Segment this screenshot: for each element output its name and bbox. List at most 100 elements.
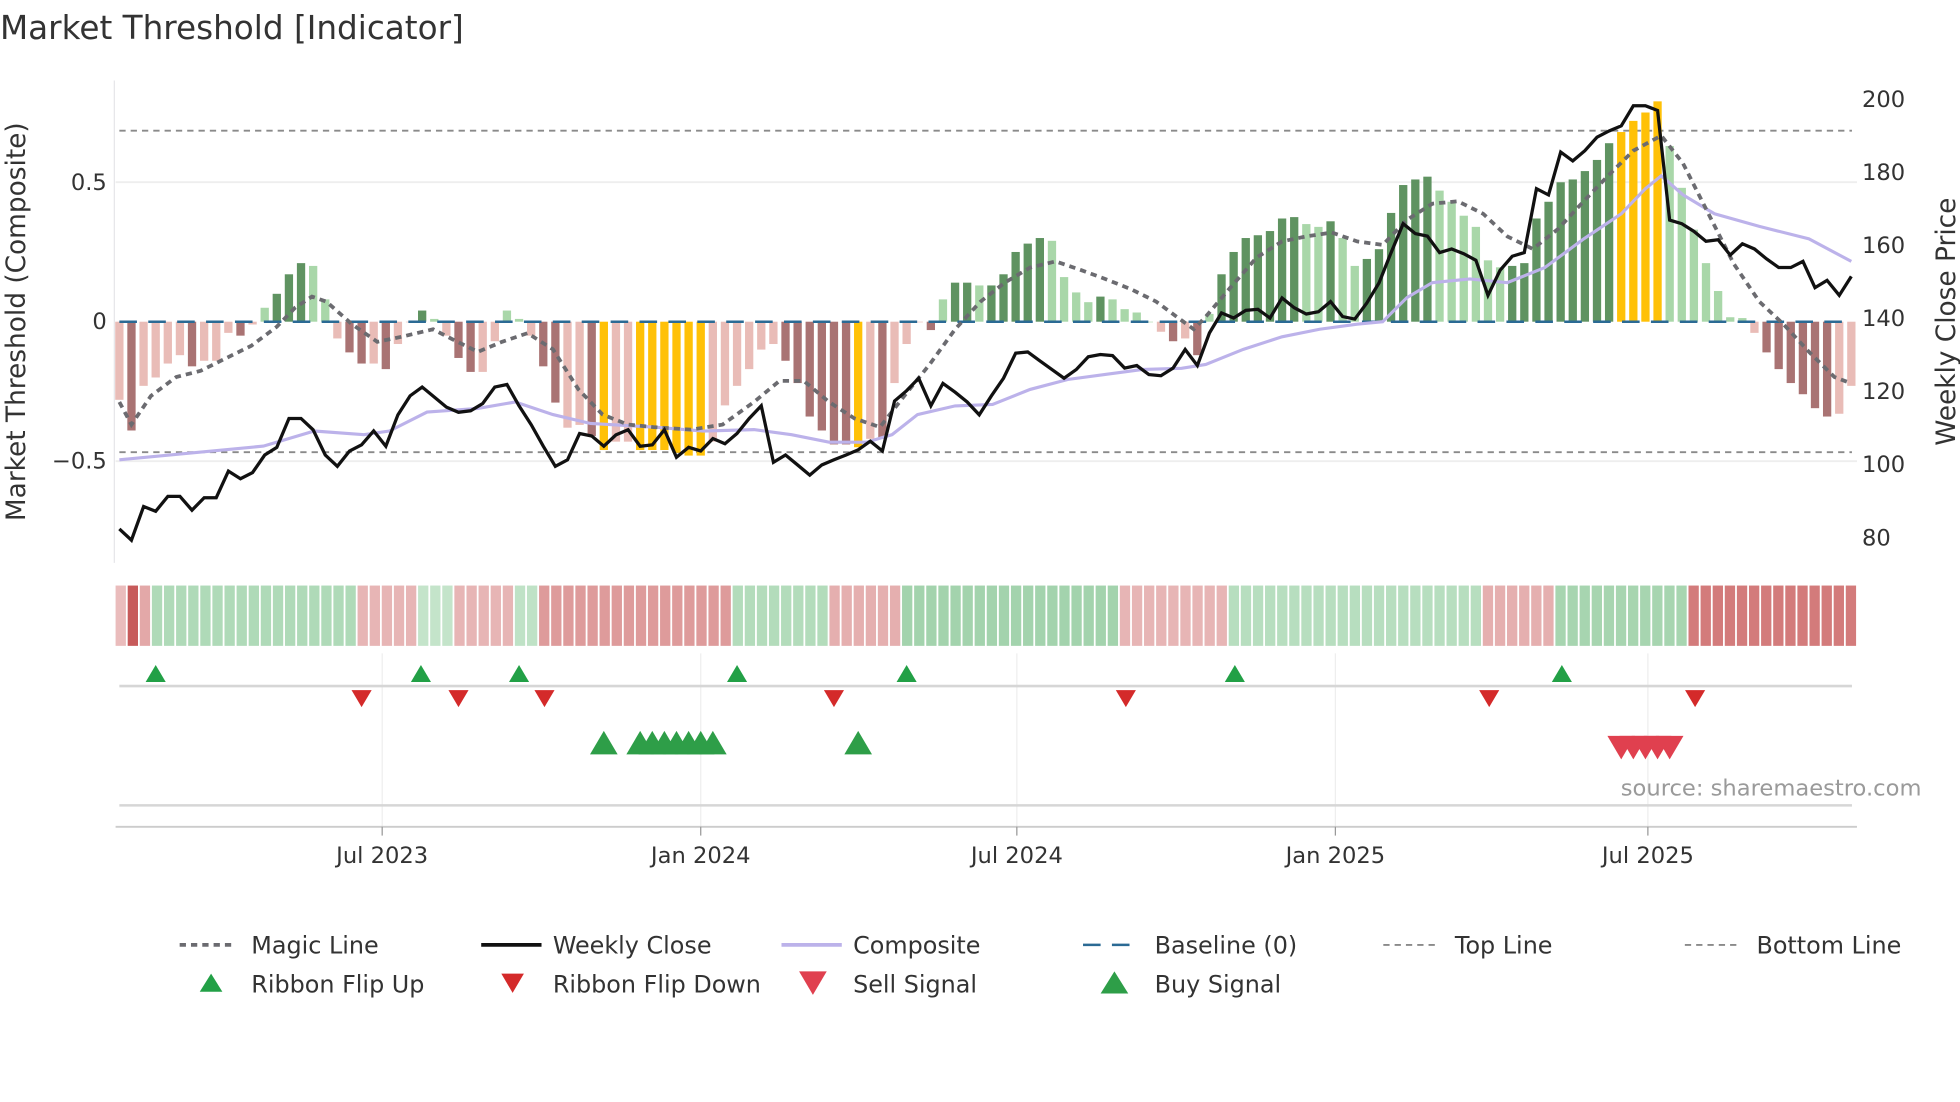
ribbon-cell-bull [248,585,259,646]
composite-bar [975,285,984,322]
ribbon-cell-bear [393,585,405,646]
ribbon-flip-up-marker [896,664,917,683]
composite-bar [212,321,221,361]
ribbon-cell-bull [151,585,163,646]
ribbon-cell-bear [672,585,683,646]
composite-bar [563,321,572,428]
ribbon-cell-bear [889,585,901,646]
composite-bar [720,321,730,406]
flip-down-legend-icon [501,973,524,993]
legend-item: Composite [781,932,980,960]
composite-bar [866,321,875,439]
ribbon-cell-bear [127,585,138,646]
ribbon-cell-bull [744,585,756,646]
ribbon-cell-bull [1373,585,1385,646]
ribbon-cell-bull [1446,585,1457,646]
composite-bar [1168,321,1178,342]
ribbon-flip-up-marker [1224,664,1245,683]
ribbon-cell-bull [236,585,247,646]
composite-bar [418,310,427,322]
ribbon-cell-bear [877,585,889,646]
composite-bar [139,321,148,386]
composite-bar [1338,238,1347,322]
ribbon-cell-bull [1615,585,1627,646]
flip-up-legend-icon [199,973,223,992]
ribbon-cell-bull [200,585,211,646]
ribbon-cell-bull [1676,585,1687,646]
composite-bar [587,321,596,437]
sell-legend-icon [799,971,827,995]
ribbon-cell-bull [1603,585,1615,646]
composite-bar [527,321,536,336]
ribbon-cell-bear [599,585,610,646]
composite-bar [296,263,306,322]
composite-bar [1084,302,1093,322]
composite-bar [151,321,160,378]
ribbon-cell-bull [1422,585,1433,646]
composite-bar [1689,229,1699,322]
ribbon-cell-bear [1785,585,1796,646]
ribbon-cell-bull [1252,585,1264,646]
ribbon-cell-bull [430,585,441,646]
composite-bar [1411,179,1420,322]
ribbon-cell-bull [1579,585,1590,646]
composite-bar [502,310,512,322]
right-tick-label: 100 [1862,452,1905,478]
ribbon-cell-bull [1035,585,1046,646]
ribbon-cell-bull [297,585,308,646]
ribbon-cell-bear [1688,585,1699,646]
composite-bar [575,321,584,425]
ribbon-cell-bear [381,585,393,646]
ribbon-cell-bear [1761,585,1772,646]
ribbon-cell-bear [1700,585,1711,646]
ribbon-cell-bull [1652,585,1663,646]
ribbon-flip-down-marker [448,690,469,708]
ribbon-cell-bull [986,585,998,646]
ribbon-cell-bull [1361,585,1373,646]
composite-bar [938,299,948,322]
legend-label: Top Line [1454,932,1553,960]
composite-bar [1701,263,1711,322]
ribbon-cell-bull [442,585,453,646]
composite-bar [1508,265,1517,322]
ribbon-flip-up-marker [410,664,431,683]
legend-label: Ribbon Flip Down [553,971,761,999]
ribbon-flip-down-marker [823,690,845,708]
legend-item: Sell Signal [799,971,977,999]
legend-label: Weekly Close [553,932,712,960]
legend-item: Ribbon Flip Down [501,971,761,999]
composite-bar [793,321,802,384]
composite-bar [1774,321,1783,370]
ribbon-cell-bear [1543,585,1554,646]
composite-bar [708,321,717,442]
ribbon-cell-bear [720,585,731,646]
right-tick-label: 200 [1862,87,1905,113]
composite-bar [599,321,608,451]
ribbon-cell-bull [176,585,187,646]
ribbon-cell-bull [1301,585,1312,646]
ribbon-cell-bear [1494,585,1506,646]
ribbon-cell-bull [526,585,538,646]
ribbon-flip-up-marker [1551,664,1572,683]
right-tick-label: 80 [1862,525,1891,551]
ribbon-cell-bull [732,585,743,646]
ribbon-flip-down-marker [351,690,372,708]
ribbon-cell-bear [1712,585,1723,646]
ribbon-cell-bear [478,585,489,646]
ribbon-cell-bull [1265,585,1276,646]
ribbon-cell-bull [1664,585,1675,646]
composite-bar [309,265,318,322]
composite-bar [490,321,499,342]
composite-bar [1617,132,1626,322]
composite-bar [1096,296,1105,322]
composite-bar [829,321,839,445]
composite-bar [1059,277,1069,322]
ribbon-cell-bear [708,585,719,646]
ribbon-cell-bull [1567,585,1578,646]
composite-bar [757,321,766,350]
composite-bar [478,321,487,372]
ribbon-cell-bull [1277,585,1288,646]
composite-bar [1011,251,1020,322]
ribbon-cell-bear [1809,585,1820,646]
ribbon-cell-bull [1313,585,1324,646]
